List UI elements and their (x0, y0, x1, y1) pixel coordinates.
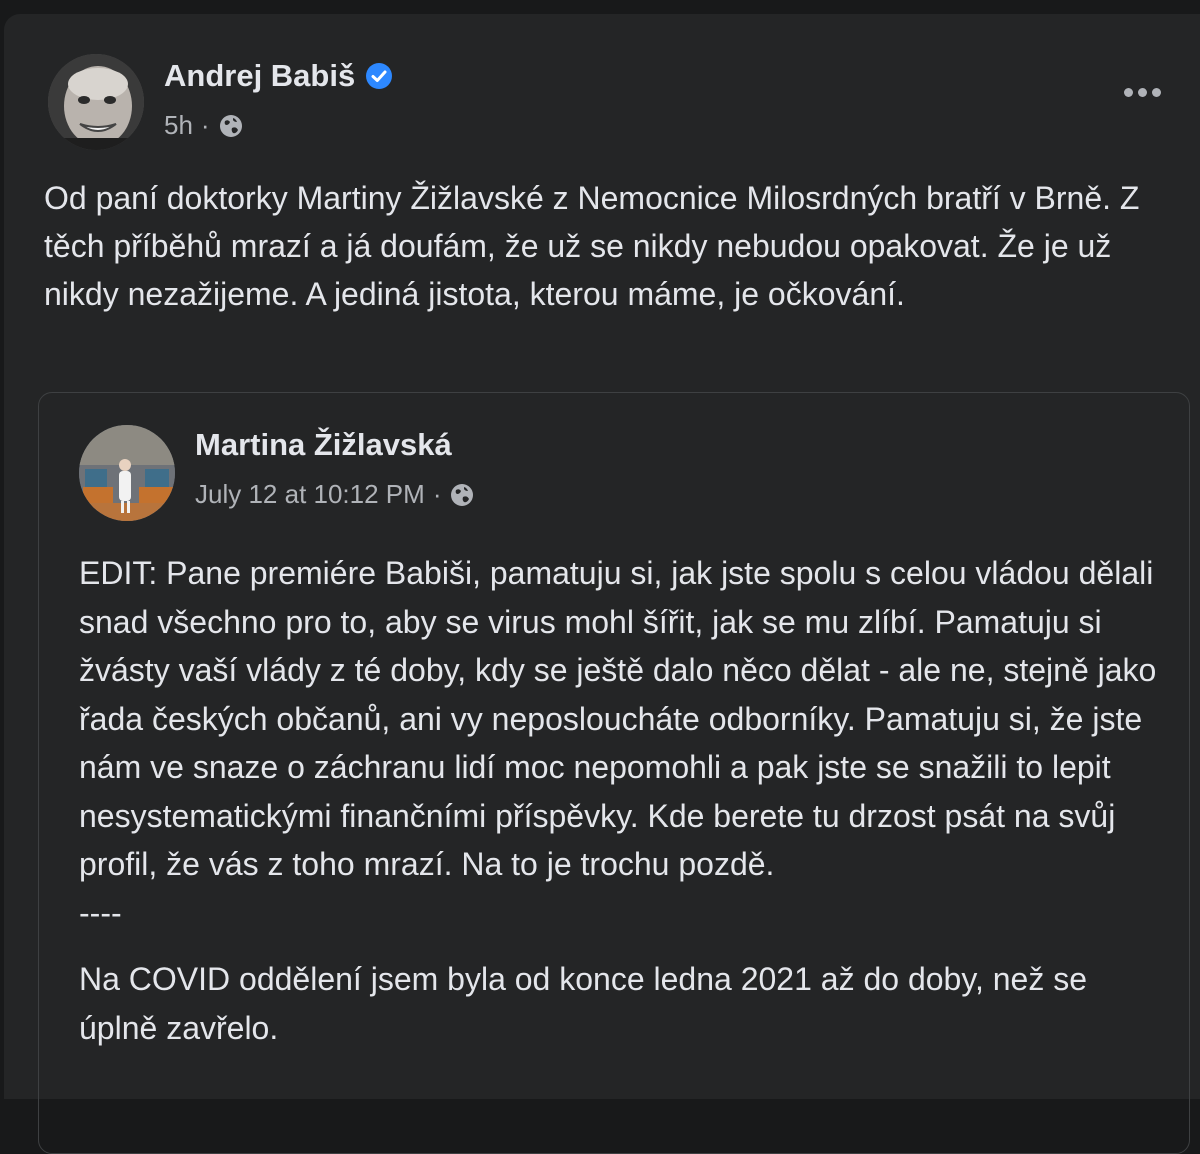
more-options-icon (1123, 87, 1133, 97)
verified-badge-icon (365, 62, 393, 90)
post-meta: 5h · (164, 110, 244, 141)
shared-author-name[interactable]: Martina Žižlavská (195, 427, 452, 463)
shared-paragraph-1: EDIT: Pane premiére Babiši, pamatuju si,… (79, 555, 1166, 882)
post-timestamp[interactable]: 5h (164, 110, 193, 141)
globe-icon[interactable] (218, 113, 244, 139)
shared-author-avatar[interactable] (79, 425, 175, 521)
author-avatar[interactable] (48, 54, 144, 150)
meta-separator: · (432, 479, 442, 509)
author-name[interactable]: Andrej Babiš (164, 58, 355, 94)
shared-post-text: EDIT: Pane premiére Babiši, pamatuju si,… (79, 549, 1159, 1052)
facebook-post: Andrej Babiš 5h · Od paní doktorky Marti… (4, 14, 1200, 1154)
shared-post[interactable]: Martina Žižlavská July 12 at 10:12 PM · … (38, 392, 1190, 1154)
shared-divider: ---- (79, 894, 122, 931)
shared-post-meta: July 12 at 10:12 PM · (195, 479, 475, 510)
more-options-button[interactable] (1114, 72, 1170, 112)
meta-separator: · (200, 110, 210, 140)
globe-icon[interactable] (449, 482, 475, 508)
shared-post-timestamp[interactable]: July 12 at 10:12 PM (195, 479, 425, 510)
shared-paragraph-2: Na COVID oddělení jsem byla od konce led… (79, 961, 1096, 1046)
author-name-link[interactable]: Andrej Babiš (164, 58, 393, 94)
post-text: Od paní doktorky Martiny Žižlavské z Nem… (44, 180, 1149, 312)
